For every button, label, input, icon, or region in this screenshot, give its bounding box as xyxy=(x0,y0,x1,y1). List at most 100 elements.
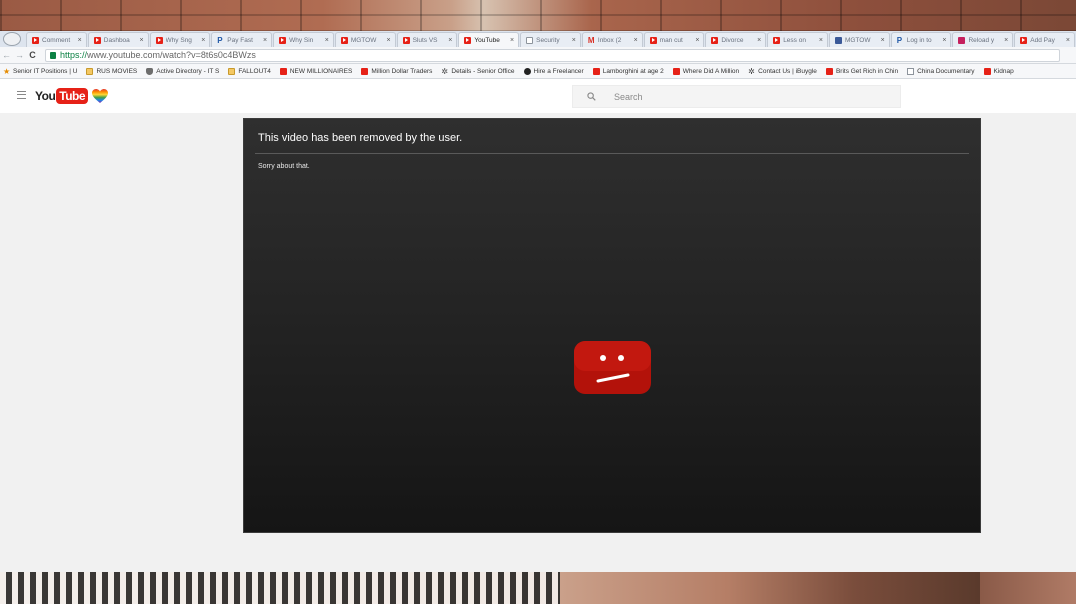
search-box[interactable]: Search xyxy=(572,85,901,108)
youtube-logo[interactable]: You Tube xyxy=(35,88,109,104)
tab-close-icon[interactable]: × xyxy=(263,37,271,44)
address-bar[interactable]: https://www.youtube.com/watch?v=8t6s0c4B… xyxy=(45,48,1060,62)
browser-tab[interactable]: P Pay Fast × xyxy=(211,32,273,47)
folder-bookmark-icon xyxy=(86,67,94,75)
back-arrow-icon[interactable]: ← xyxy=(0,50,13,60)
tab-close-icon[interactable]: × xyxy=(325,37,333,44)
tab-close-icon[interactable]: × xyxy=(819,37,827,44)
browser-tab[interactable]: Add Pay × xyxy=(1014,32,1076,47)
bookmark-item[interactable]: ★ Senior IT Positions | U xyxy=(3,66,77,76)
bookmark-item[interactable]: Where Did A Million xyxy=(672,67,740,75)
gmail-favicon-icon: M xyxy=(587,35,595,45)
tab-close-icon[interactable]: × xyxy=(572,37,580,44)
browser-tab[interactable]: P Log in to × xyxy=(890,32,952,47)
vb-favicon-icon xyxy=(958,36,966,44)
browser-tab-strip: Comment × Dashboa × Why Sng × P Pay Fast × Why Si… xyxy=(0,31,1076,47)
bookmark-label: RUS MOVIES xyxy=(96,67,138,75)
bookmark-item[interactable]: ✲ Contact Us | iBuygle xyxy=(748,67,817,75)
browser-tab[interactable]: man cut × xyxy=(643,32,705,47)
background-photo-strip xyxy=(0,572,1076,604)
tab-label: Add Pay xyxy=(1030,36,1055,44)
reload-icon[interactable]: C xyxy=(26,50,39,60)
tab-close-icon[interactable]: × xyxy=(757,37,765,44)
youtube-favicon-icon xyxy=(649,36,657,44)
bookmark-item[interactable]: Million Dollar Traders xyxy=(361,67,433,75)
tab-label: Less on xyxy=(783,36,806,44)
browser-tab[interactable]: Why Sin × xyxy=(273,32,334,47)
tab-close-icon[interactable]: × xyxy=(942,37,950,44)
background-brick-wall xyxy=(0,0,1076,32)
hamburger-menu-icon[interactable] xyxy=(17,91,26,99)
tab-close-icon[interactable]: × xyxy=(139,37,147,44)
youtube-favicon-icon xyxy=(711,36,719,44)
tab-label: Why Sng xyxy=(165,36,192,44)
youtube-favicon-icon xyxy=(155,36,163,44)
url-text: https://www.youtube.com/watch?v=8t6s0c4B… xyxy=(60,50,256,60)
bookmarks-bar: ★ Senior IT Positions | U RUS MOVIES Active… xyxy=(0,64,1076,79)
browser-tab[interactable]: Security × xyxy=(520,32,581,47)
tab-label: Pay Fast xyxy=(227,36,253,44)
rainbow-heart-icon xyxy=(92,89,109,103)
error-title: This video has been removed by the user. xyxy=(258,132,463,144)
bookmark-item[interactable]: NEW MILLIONAIRES xyxy=(279,67,352,75)
star-bookmark-icon: ★ xyxy=(3,66,11,76)
tab-close-icon[interactable]: × xyxy=(78,37,86,44)
tab-close-icon[interactable]: × xyxy=(201,37,209,44)
search-placeholder: Search xyxy=(614,91,643,102)
tab-close-icon[interactable]: × xyxy=(510,37,518,44)
bookmark-item[interactable]: China Documentary xyxy=(907,67,975,75)
error-subtitle: Sorry about that. xyxy=(258,163,310,170)
browser-toolbar: ← → C https://www.youtube.com/watch?v=8t… xyxy=(0,47,1076,64)
bookmark-item[interactable]: FALLOUT4 xyxy=(228,67,271,75)
bookmark-item[interactable]: Kidnap xyxy=(983,67,1014,75)
youtube-bookmark-icon xyxy=(825,67,833,75)
youtube-favicon-icon xyxy=(464,36,472,44)
logo-you-text: You xyxy=(35,89,56,103)
bookmark-item[interactable]: Brits Get Rich in Chin xyxy=(825,67,898,75)
tab-close-icon[interactable]: × xyxy=(1066,37,1074,44)
tab-close-icon[interactable]: × xyxy=(387,37,395,44)
youtube-bookmark-icon xyxy=(279,67,287,75)
video-player[interactable]: This video has been removed by the user.… xyxy=(243,118,981,533)
bookmark-item[interactable]: RUS MOVIES xyxy=(86,67,138,75)
browser-tab[interactable]: Sluts VS × xyxy=(396,32,458,47)
browser-tab[interactable]: MGTOW × xyxy=(334,32,396,47)
folder-bookmark-icon xyxy=(228,67,236,75)
doc-bookmark-icon xyxy=(907,67,915,75)
bookmark-label: Where Did A Million xyxy=(682,67,740,75)
tab-label: YouTube xyxy=(474,36,500,44)
tab-close-icon[interactable]: × xyxy=(634,37,642,44)
youtube-bookmark-icon xyxy=(592,67,600,75)
tab-label: Security xyxy=(536,36,560,44)
facebook-favicon-icon xyxy=(834,36,842,44)
tab-close-icon[interactable]: × xyxy=(695,37,703,44)
browser-tab[interactable]: Reload y × xyxy=(952,32,1014,47)
browser-tab[interactable]: Divorce × xyxy=(705,32,767,47)
bookmark-label: China Documentary xyxy=(917,67,975,75)
bookmark-item[interactable]: Lamborghini at age 2 xyxy=(592,67,664,75)
search-icon[interactable] xyxy=(587,92,596,101)
browser-tab[interactable]: M Inbox (2 × xyxy=(581,32,643,47)
forward-arrow-icon[interactable]: → xyxy=(13,50,26,60)
tab-label: Log in to xyxy=(906,36,932,44)
youtube-favicon-icon xyxy=(340,36,348,44)
browser-tab[interactable]: Comment × xyxy=(26,32,87,47)
bookmark-item[interactable]: Active Directory - IT S xyxy=(146,67,219,75)
browser-tab[interactable]: Why Sng × xyxy=(149,32,211,47)
tab-close-icon[interactable]: × xyxy=(1004,37,1012,44)
tab-close-icon[interactable]: × xyxy=(448,37,456,44)
browser-tab[interactable]: YouTube × xyxy=(458,32,520,47)
tab-label: Why Sin xyxy=(289,36,314,44)
browser-tab[interactable]: MGTOW × xyxy=(828,32,890,47)
tab-close-icon[interactable]: × xyxy=(881,37,889,44)
bookmark-label: Million Dollar Traders xyxy=(371,67,433,75)
browser-menu-icon[interactable] xyxy=(3,32,21,46)
bookmark-item[interactable]: Hire a Freelancer xyxy=(523,67,584,75)
browser-tab[interactable]: Dashboa × xyxy=(87,32,149,47)
bookmark-item[interactable]: ✲ Details - Senior Office xyxy=(441,67,514,75)
background-person xyxy=(560,572,980,604)
sad-play-button-icon xyxy=(574,341,651,394)
browser-tab[interactable]: Less on × xyxy=(767,32,828,47)
bookmark-label: Hire a Freelancer xyxy=(533,67,584,75)
paypal-favicon-icon: P xyxy=(217,35,223,45)
